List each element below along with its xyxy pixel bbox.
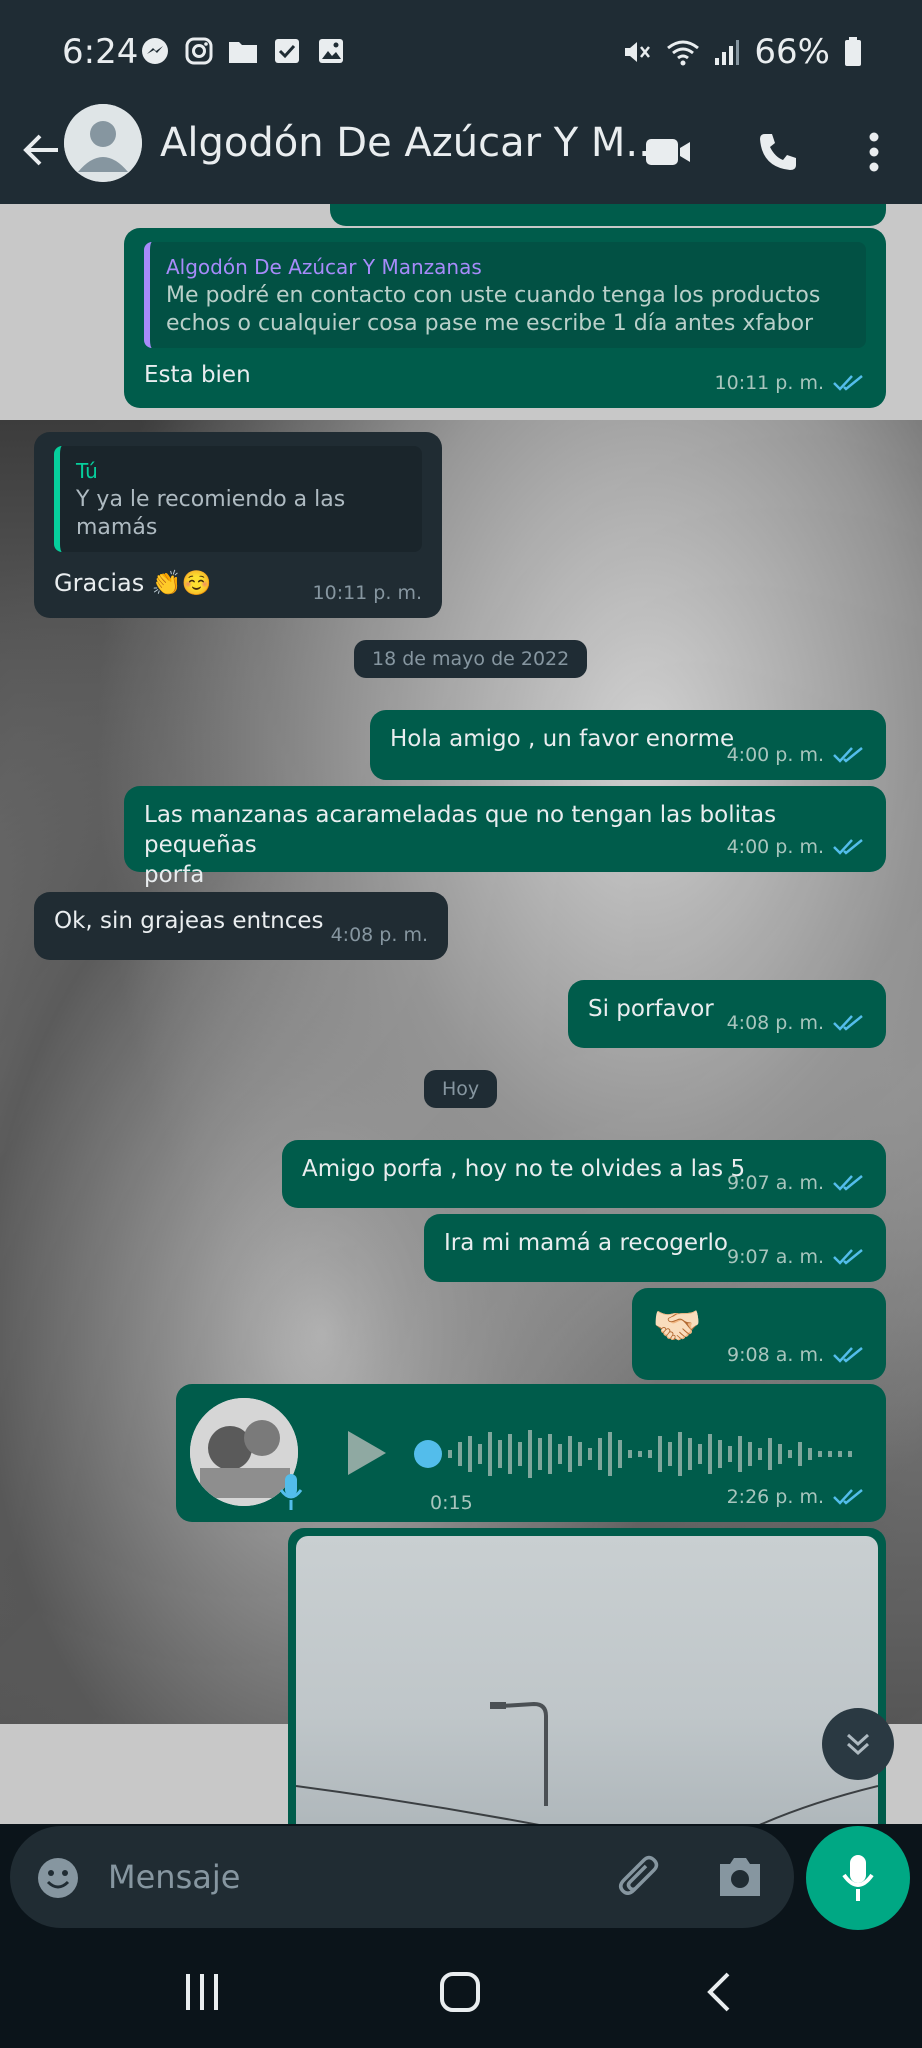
message-meta: 10:11 p. m. bbox=[313, 578, 422, 608]
voice-call-button[interactable] bbox=[750, 124, 806, 180]
message-bubble-outgoing[interactable]: Hola amigo , un favor enorme 4:00 p. m. bbox=[370, 710, 886, 780]
phone-icon bbox=[760, 134, 796, 170]
recent-apps-button[interactable] bbox=[184, 1972, 220, 2012]
seek-handle[interactable] bbox=[414, 1440, 442, 1468]
read-ticks-icon bbox=[833, 1015, 863, 1031]
message-time: 4:08 p. m. bbox=[726, 1012, 824, 1034]
message-meta: 4:00 p. m. bbox=[727, 832, 866, 862]
message-bubble-outgoing[interactable]: 🤝🏻 9:08 a. m. bbox=[632, 1288, 886, 1380]
microphone-icon bbox=[279, 1474, 303, 1510]
microphone-icon bbox=[842, 1855, 874, 1901]
quote-author: Algodón De Azúcar Y Manzanas bbox=[166, 255, 482, 279]
message-meta: 9:07 a. m. bbox=[727, 1168, 866, 1198]
quoted-message[interactable]: Tú Y ya le recomiendo a las mamás bbox=[54, 446, 422, 552]
back-nav-button[interactable] bbox=[706, 1972, 732, 2012]
person-icon bbox=[64, 104, 142, 182]
message-input[interactable]: Mensaje bbox=[108, 1858, 240, 1896]
camera-icon[interactable] bbox=[716, 1856, 764, 1898]
contact-avatar[interactable] bbox=[64, 104, 142, 182]
read-ticks-icon bbox=[833, 839, 863, 855]
read-ticks-icon bbox=[833, 375, 863, 391]
message-meta: 4:00 p. m. bbox=[727, 740, 866, 770]
voice-message-bubble[interactable]: 0:15 2:26 p. m. bbox=[176, 1384, 886, 1522]
message-meta: 4:08 p. m. bbox=[331, 920, 428, 950]
read-ticks-icon bbox=[833, 1489, 863, 1505]
message-bubble-partial[interactable] bbox=[330, 204, 886, 226]
read-ticks-icon bbox=[833, 1347, 863, 1363]
message-time: 9:08 a. m. bbox=[727, 1344, 824, 1366]
checkbox-icon bbox=[272, 36, 302, 66]
scroll-to-bottom-button[interactable] bbox=[822, 1708, 894, 1780]
image-message-bubble[interactable] bbox=[288, 1528, 886, 1824]
more-options-button[interactable] bbox=[846, 124, 902, 180]
message-composer[interactable]: Mensaje bbox=[10, 1826, 794, 1928]
quote-author: Tú bbox=[76, 459, 98, 483]
read-ticks-icon bbox=[833, 1175, 863, 1191]
quote-text: echos o cualquier cosa pase me escribe 1… bbox=[166, 311, 814, 336]
message-time: 4:00 p. m. bbox=[726, 836, 824, 858]
arrow-left-icon bbox=[23, 134, 58, 166]
read-ticks-icon bbox=[833, 747, 863, 763]
message-bubble-outgoing[interactable]: Si porfavor 4:08 p. m. bbox=[568, 980, 886, 1048]
message-time: 4:00 p. m. bbox=[726, 744, 824, 766]
message-bubble-outgoing[interactable]: Algodón De Azúcar Y Manzanas Me podré en… bbox=[124, 228, 886, 408]
message-meta: 9:07 a. m. bbox=[727, 1242, 866, 1272]
instagram-icon bbox=[184, 36, 214, 66]
mute-icon bbox=[625, 42, 651, 62]
date-separator: Hoy bbox=[424, 1070, 498, 1108]
double-chevron-down-icon bbox=[846, 1733, 870, 1756]
system-indicators: 66% bbox=[622, 32, 862, 72]
message-bubble-outgoing[interactable]: Ira mi mamá a recogerlo 9:07 a. m. bbox=[424, 1214, 886, 1282]
folder-icon bbox=[228, 36, 258, 66]
wifi-icon bbox=[667, 40, 700, 66]
home-button[interactable] bbox=[440, 1972, 480, 2012]
message-time: 10:11 p. m. bbox=[714, 372, 824, 394]
status-time: 6:24 bbox=[62, 32, 139, 72]
chat-header: Algodón De Azúcar Y M... bbox=[0, 104, 922, 204]
date-separator: 18 de mayo de 2022 bbox=[354, 640, 588, 678]
message-meta: 2:26 p. m. bbox=[727, 1482, 866, 1512]
battery-icon bbox=[845, 37, 861, 66]
system-navigation-bar bbox=[0, 1940, 922, 2048]
voice-duration: 0:15 bbox=[430, 1492, 473, 1514]
message-time: 9:07 a. m. bbox=[727, 1172, 824, 1194]
quote-text: Y ya le recomiendo a las mamás bbox=[76, 487, 346, 540]
message-bubble-incoming[interactable]: Tú Y ya le recomiendo a las mamás Gracia… bbox=[34, 432, 442, 618]
message-meta: 4:08 p. m. bbox=[727, 1008, 866, 1038]
message-time: 2:26 p. m. bbox=[726, 1486, 824, 1508]
signal-icon bbox=[715, 40, 740, 65]
message-text: porfa bbox=[144, 862, 205, 888]
image-icon bbox=[316, 36, 346, 66]
status-bar: 6:24 66% bbox=[0, 0, 922, 104]
back-button[interactable] bbox=[18, 126, 66, 174]
notification-icons bbox=[140, 36, 346, 66]
waveform[interactable] bbox=[446, 1428, 856, 1480]
play-icon[interactable] bbox=[344, 1428, 388, 1478]
quoted-message[interactable]: Algodón De Azúcar Y Manzanas Me podré en… bbox=[144, 242, 866, 348]
message-time: 9:07 a. m. bbox=[727, 1246, 824, 1268]
video-call-button[interactable] bbox=[640, 124, 696, 180]
more-vertical-icon bbox=[869, 132, 879, 172]
voice-record-button[interactable] bbox=[806, 1826, 910, 1930]
message-time: 10:11 p. m. bbox=[312, 582, 422, 604]
paperclip-icon[interactable] bbox=[616, 1854, 666, 1904]
street-lamp-image bbox=[296, 1701, 878, 1824]
read-ticks-icon bbox=[833, 1249, 863, 1265]
message-bubble-incoming[interactable]: Ok, sin grajeas entnces 4:08 p. m. bbox=[34, 892, 448, 960]
video-camera-icon bbox=[646, 139, 690, 165]
message-meta: 10:11 p. m. bbox=[715, 368, 866, 398]
message-bubble-outgoing[interactable]: Amigo porfa , hoy no te olvides a las 5 … bbox=[282, 1140, 886, 1208]
image-thumbnail[interactable] bbox=[296, 1536, 878, 1824]
battery-percent: 66% bbox=[754, 32, 830, 72]
message-time: 4:08 p. m. bbox=[330, 924, 428, 946]
message-meta: 9:08 a. m. bbox=[727, 1340, 866, 1370]
message-bubble-outgoing[interactable]: Las manzanas acarameladas que no tengan … bbox=[124, 786, 886, 888]
emoji-icon[interactable] bbox=[36, 1856, 80, 1900]
quote-text: Me podré en contacto con uste cuando ten… bbox=[166, 283, 821, 308]
chat-area[interactable]: Algodón De Azúcar Y Manzanas Me podré en… bbox=[0, 204, 922, 1824]
contact-name[interactable]: Algodón De Azúcar Y M... bbox=[160, 120, 664, 166]
messenger-icon bbox=[140, 36, 170, 66]
